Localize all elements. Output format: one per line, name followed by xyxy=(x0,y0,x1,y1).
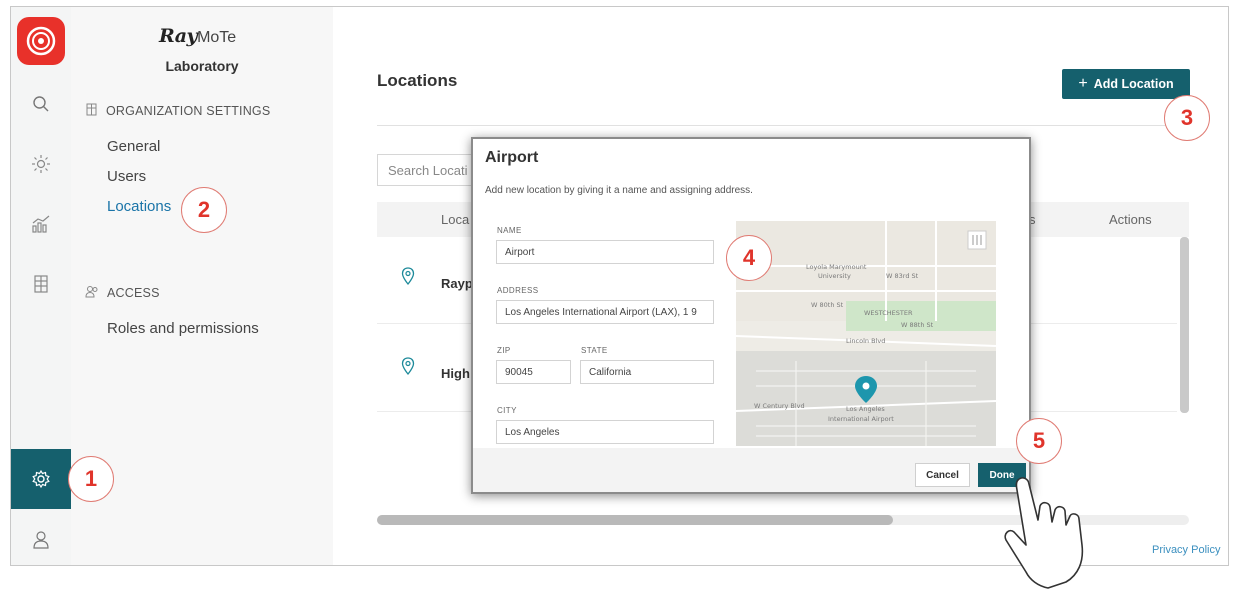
app-logo-icon[interactable] xyxy=(17,17,65,65)
dialog-title: Airport xyxy=(485,149,539,166)
location-name: Rayp xyxy=(441,276,473,291)
column-location: Loca xyxy=(441,212,470,227)
privacy-policy-link[interactable]: Privacy Policy xyxy=(1152,544,1220,556)
name-field[interactable]: Airport xyxy=(496,240,714,264)
map-label: University xyxy=(818,272,851,280)
map-label: Los Angeles xyxy=(846,405,885,413)
analytics-icon[interactable] xyxy=(11,209,71,239)
address-label: ADDRESS xyxy=(497,286,539,295)
divider xyxy=(377,125,1189,126)
user-icon[interactable] xyxy=(11,525,71,555)
organization-name: Laboratory xyxy=(165,58,239,74)
search-icon[interactable] xyxy=(11,89,71,119)
zip-label: ZIP xyxy=(497,346,511,355)
pointing-hand-icon xyxy=(1000,470,1110,590)
plus-icon: + xyxy=(1078,75,1088,92)
location-map[interactable]: Loyola Marymount University W 83rd St W … xyxy=(736,221,996,446)
map-label: WESTCHESTER xyxy=(864,309,913,317)
building-small-icon xyxy=(85,103,98,119)
users-small-icon xyxy=(85,285,99,301)
brand-logo: RayMoTe xyxy=(159,25,237,47)
settings-icon[interactable] xyxy=(11,449,71,509)
location-pin-icon xyxy=(401,267,415,290)
state-label: STATE xyxy=(581,346,608,355)
add-location-button[interactable]: + Add Location xyxy=(1062,69,1190,99)
building-icon[interactable] xyxy=(11,269,71,299)
city-label: CITY xyxy=(497,406,517,415)
column-actions: Actions xyxy=(1109,212,1152,227)
sun-icon[interactable] xyxy=(11,149,71,179)
map-label: W Century Blvd xyxy=(754,402,805,410)
step-callout: 2 xyxy=(181,187,227,233)
search-input[interactable]: Search Locati xyxy=(377,154,477,186)
vertical-scrollbar[interactable] xyxy=(1180,237,1189,413)
cancel-button[interactable]: Cancel xyxy=(915,463,970,487)
location-pin-icon xyxy=(401,357,415,380)
org-settings-heading: ORGANIZATION SETTINGS xyxy=(85,103,270,119)
step-callout: 4 xyxy=(726,235,772,281)
address-field[interactable]: Los Angeles International Airport (LAX),… xyxy=(496,300,714,324)
scroll-thumb[interactable] xyxy=(1180,237,1189,413)
location-name: High xyxy=(441,366,470,381)
page-title: Locations xyxy=(377,71,458,90)
name-label: NAME xyxy=(497,226,522,235)
map-label: Lincoln Blvd xyxy=(846,337,885,345)
scroll-thumb[interactable] xyxy=(377,515,893,525)
step-callout: 1 xyxy=(68,456,114,502)
map-label: W 88th St xyxy=(901,321,934,329)
step-callout: 5 xyxy=(1016,418,1062,464)
map-label: Loyola Marymount xyxy=(806,263,867,271)
nav-roles-permissions[interactable]: Roles and permissions xyxy=(107,320,259,337)
step-callout: 3 xyxy=(1164,95,1210,141)
map-label: W 80th St xyxy=(811,301,844,309)
map-label: W 83rd St xyxy=(886,272,919,280)
add-location-dialog: Airport Add new location by giving it a … xyxy=(471,137,1031,494)
access-heading: ACCESS xyxy=(85,285,160,301)
nav-users[interactable]: Users xyxy=(107,168,146,185)
city-field[interactable]: Los Angeles xyxy=(496,420,714,444)
dialog-subtitle: Add new location by giving it a name and… xyxy=(485,185,753,196)
icon-rail xyxy=(11,7,72,565)
state-field[interactable]: California xyxy=(580,360,714,384)
map-label: International Airport xyxy=(828,415,894,423)
nav-general[interactable]: General xyxy=(107,138,160,155)
nav-locations[interactable]: Locations xyxy=(107,198,171,215)
zip-field[interactable]: 90045 xyxy=(496,360,571,384)
